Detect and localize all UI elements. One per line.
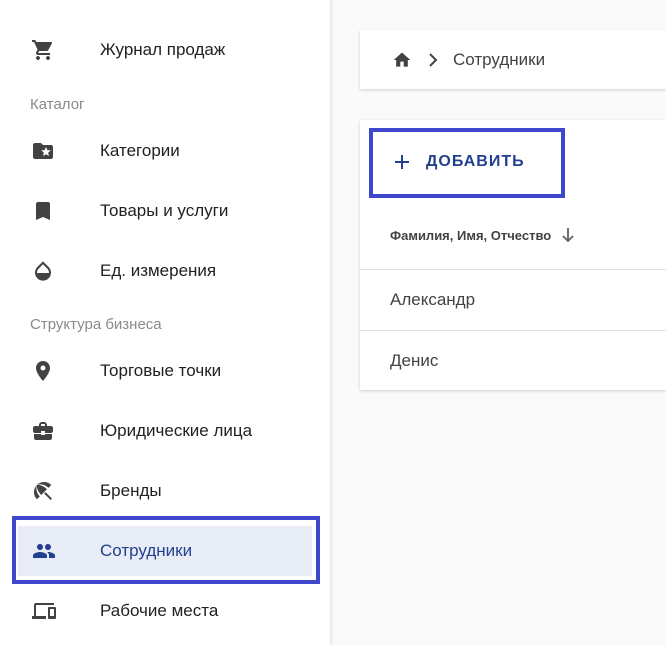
employee-name: Денис (390, 351, 439, 370)
breadcrumb-current: Сотрудники (453, 50, 546, 69)
employees-list-card: ДОБАВИТЬ Фамилия, Имя, Отчество Александ… (360, 120, 666, 390)
sidebar-item-label: Рабочие места (100, 601, 219, 620)
app-root: Журнал продаж Каталог Категории Товары и… (0, 0, 666, 645)
sidebar-item-goods-services[interactable]: Товары и услуги (0, 181, 330, 241)
sidebar-item-label: Бренды (100, 481, 162, 500)
sidebar-item-label: Товары и услуги (100, 201, 229, 220)
chevron-right-icon (426, 50, 440, 70)
section-label-catalog: Каталог (30, 96, 85, 113)
employee-name: Александр (390, 290, 476, 309)
home-icon[interactable] (392, 50, 412, 70)
sidebar-item-workplaces[interactable]: Рабочие места (0, 581, 330, 641)
column-header-full-name[interactable]: Фамилия, Имя, Отчество (390, 220, 575, 250)
drop-icon (30, 259, 58, 283)
location-pin-icon (30, 359, 58, 383)
table-row[interactable]: Александр (360, 269, 666, 329)
column-header-label: Фамилия, Имя, Отчество (390, 227, 552, 243)
sidebar-item-label: Торговые точки (100, 361, 222, 380)
sidebar-item-brands[interactable]: Бренды (0, 461, 330, 521)
sidebar-item-label: Юридические лица (100, 421, 253, 440)
sidebar-item-categories[interactable]: Категории (0, 121, 330, 181)
sidebar-item-legal-entities[interactable]: Юридические лица (0, 401, 330, 461)
add-employee-button[interactable]: ДОБАВИТЬ (374, 138, 552, 186)
breadcrumb: Сотрудники (360, 30, 666, 89)
sidebar-item-sales-journal[interactable]: Журнал продаж (0, 20, 330, 80)
briefcase-icon (30, 419, 58, 443)
sidebar-item-label: Сотрудники (100, 541, 193, 560)
sidebar: Журнал продаж Каталог Категории Товары и… (0, 0, 330, 645)
beach-umbrella-icon (30, 479, 58, 503)
section-label-business-structure: Структура бизнеса (30, 316, 162, 333)
sidebar-item-label: Ед. измерения (100, 261, 217, 280)
table-row[interactable]: Денис (360, 330, 666, 390)
cart-icon (30, 38, 58, 62)
sidebar-item-employees[interactable]: Сотрудники (0, 521, 330, 581)
sidebar-item-sales-points[interactable]: Торговые точки (0, 341, 330, 401)
folder-star-icon (30, 139, 58, 163)
plus-icon (392, 152, 412, 172)
sort-arrow-down-icon[interactable] (561, 227, 575, 243)
devices-icon (30, 599, 58, 623)
bookmark-icon (30, 199, 58, 223)
sidebar-item-label: Категории (100, 141, 180, 160)
sidebar-item-label: Журнал продаж (100, 40, 226, 59)
sidebar-item-units[interactable]: Ед. измерения (0, 241, 330, 301)
people-icon (30, 539, 58, 563)
add-button-label: ДОБАВИТЬ (426, 153, 525, 170)
